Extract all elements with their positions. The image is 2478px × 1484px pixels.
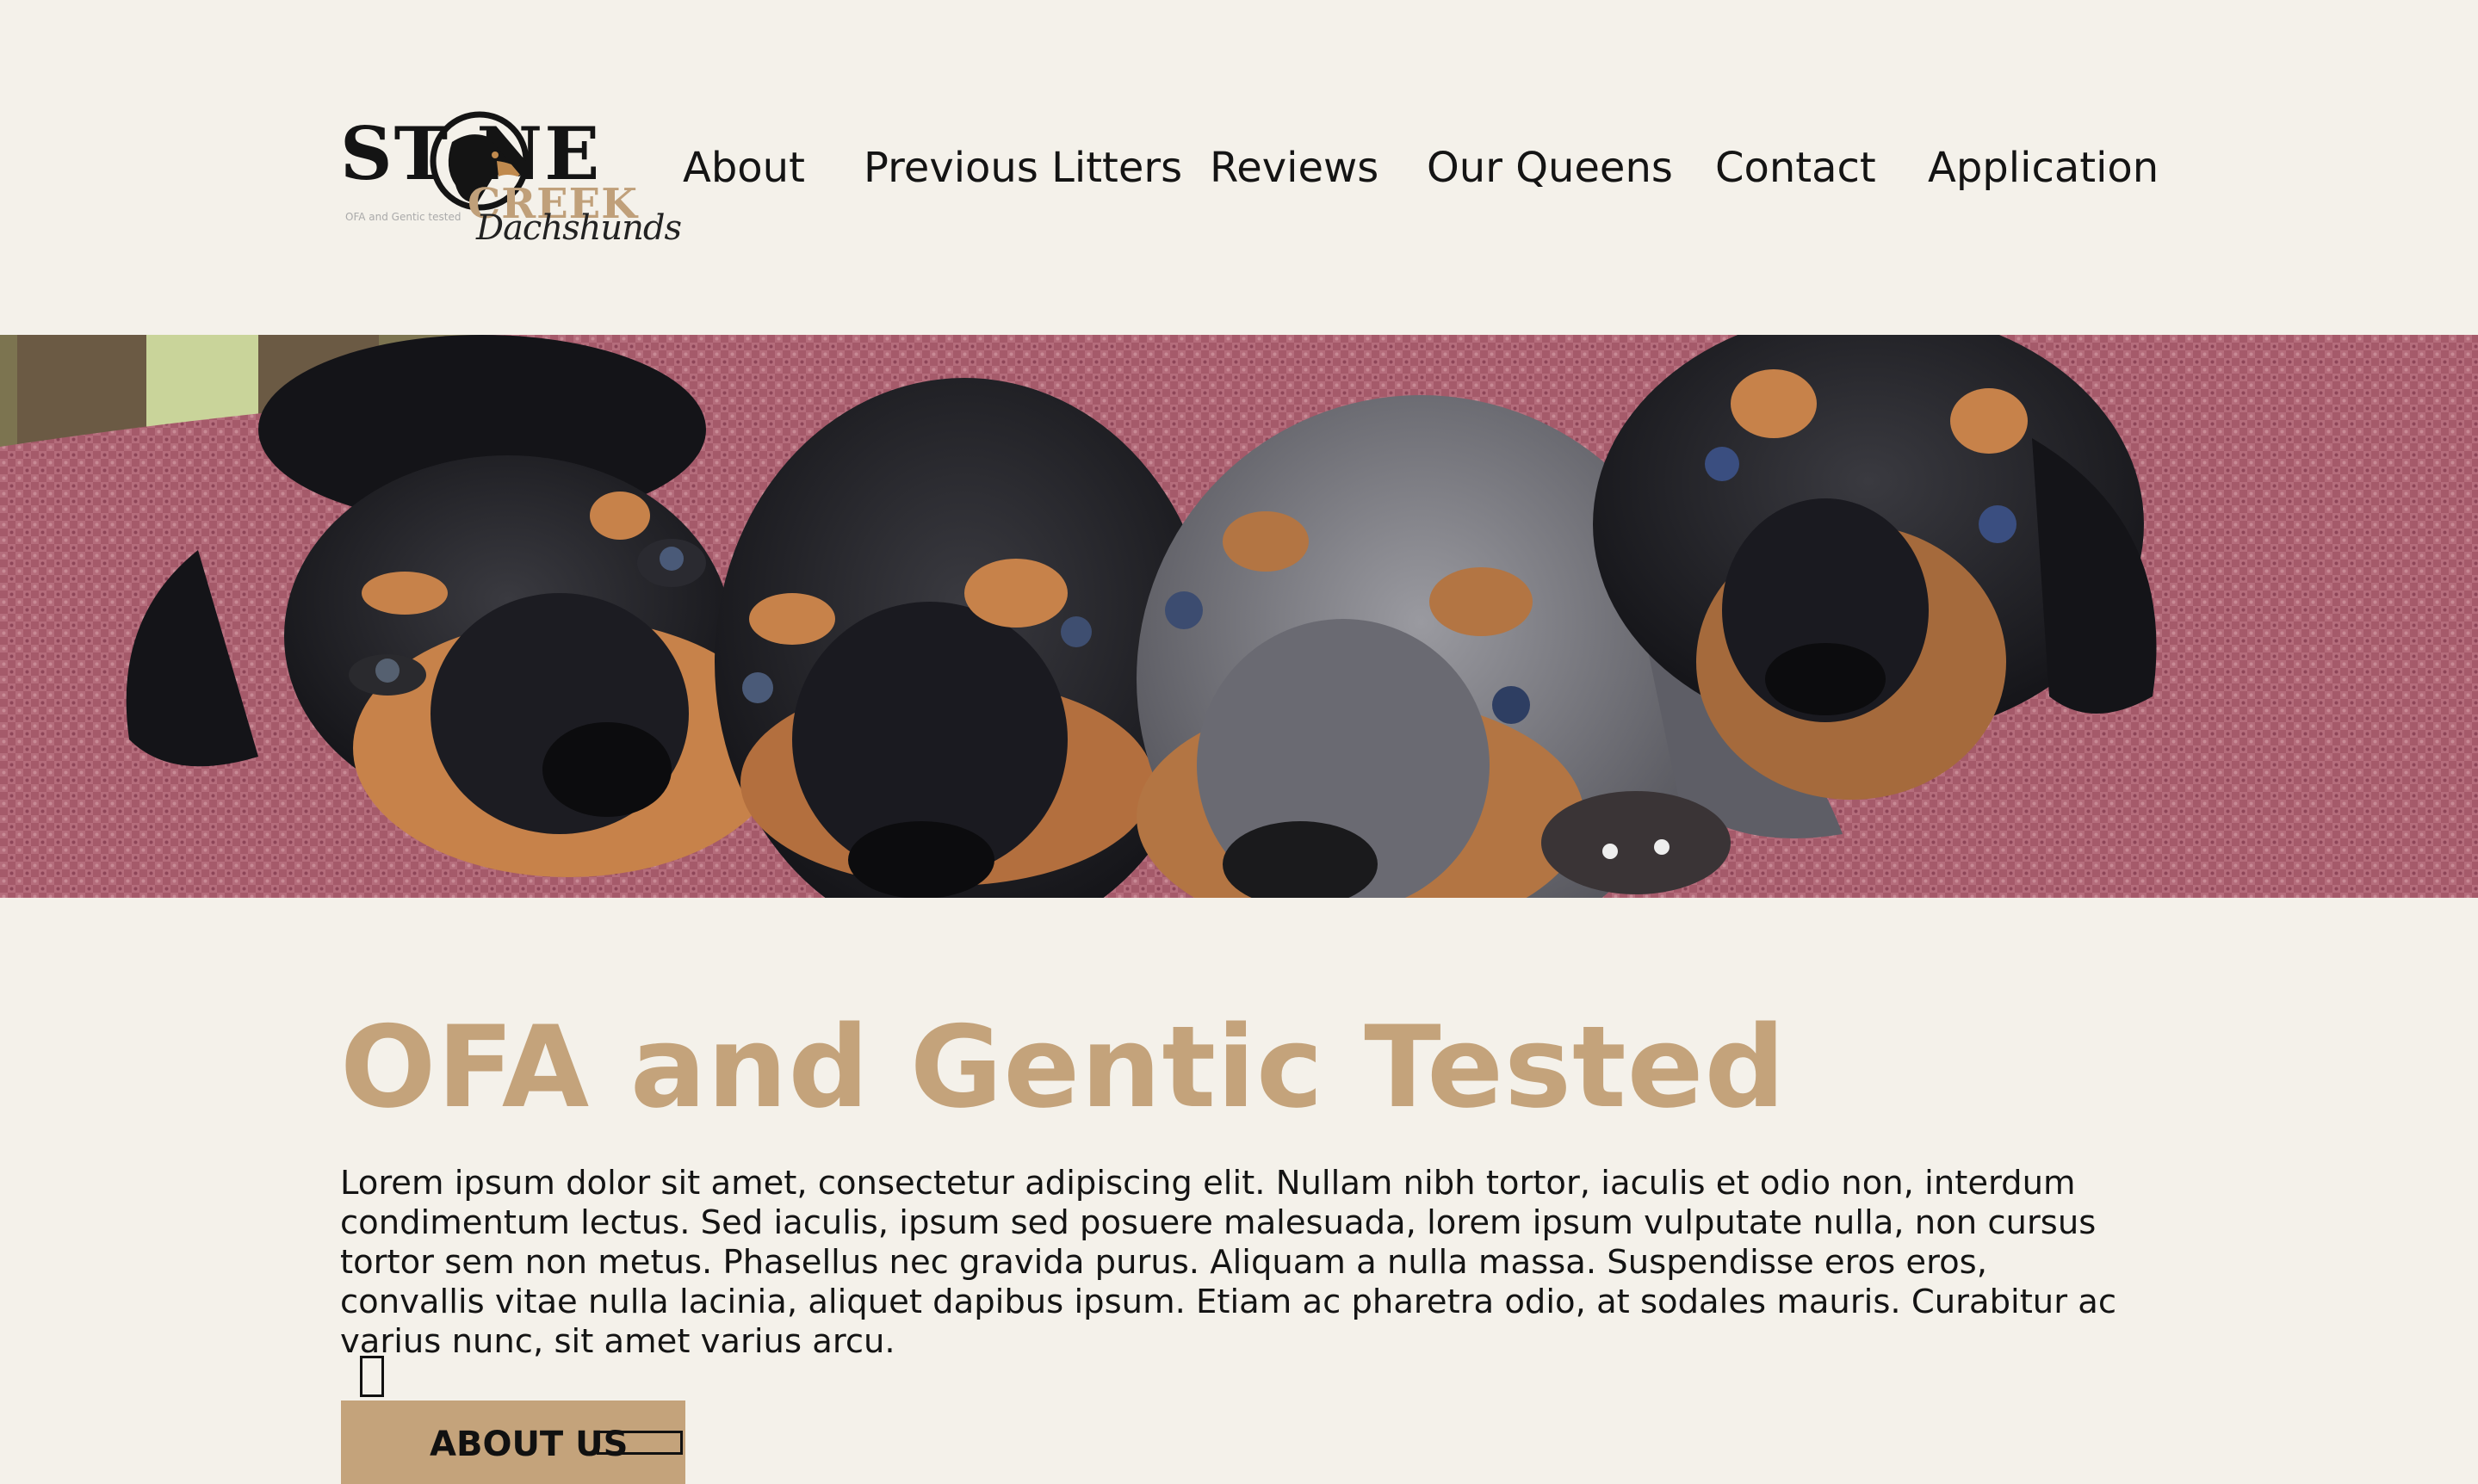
nav-reviews[interactable]: Reviews [1210,142,1378,194]
brand-script: Dachshunds [476,208,682,248]
nav-our-queens[interactable]: Our Queens [1427,142,1673,194]
nav-contact[interactable]: Contact [1715,142,1876,194]
site-header: ST NE CREEK OFA and Gentic tested Dachsh… [0,0,2478,335]
brand-logo[interactable]: ST NE CREEK OFA and Gentic tested Dachsh… [340,108,682,267]
nav-about[interactable]: About [683,142,805,194]
about-us-button[interactable]: ABOUT US [341,1401,685,1484]
intro-paragraph: Lorem ipsum dolor sit amet, consectetur … [340,1164,2117,1361]
selection-marker-button [597,1431,683,1455]
dachshund-puppies-photo-icon [0,335,2478,898]
hero-image [0,335,2478,898]
nav-application[interactable]: Application [1928,142,2159,194]
selection-marker [360,1356,384,1397]
nav-previous-litters[interactable]: Previous Litters [864,142,1182,194]
page-title: OFA and Gentic Tested [340,1001,1787,1133]
brand-tagline: OFA and Gentic tested [345,211,462,223]
